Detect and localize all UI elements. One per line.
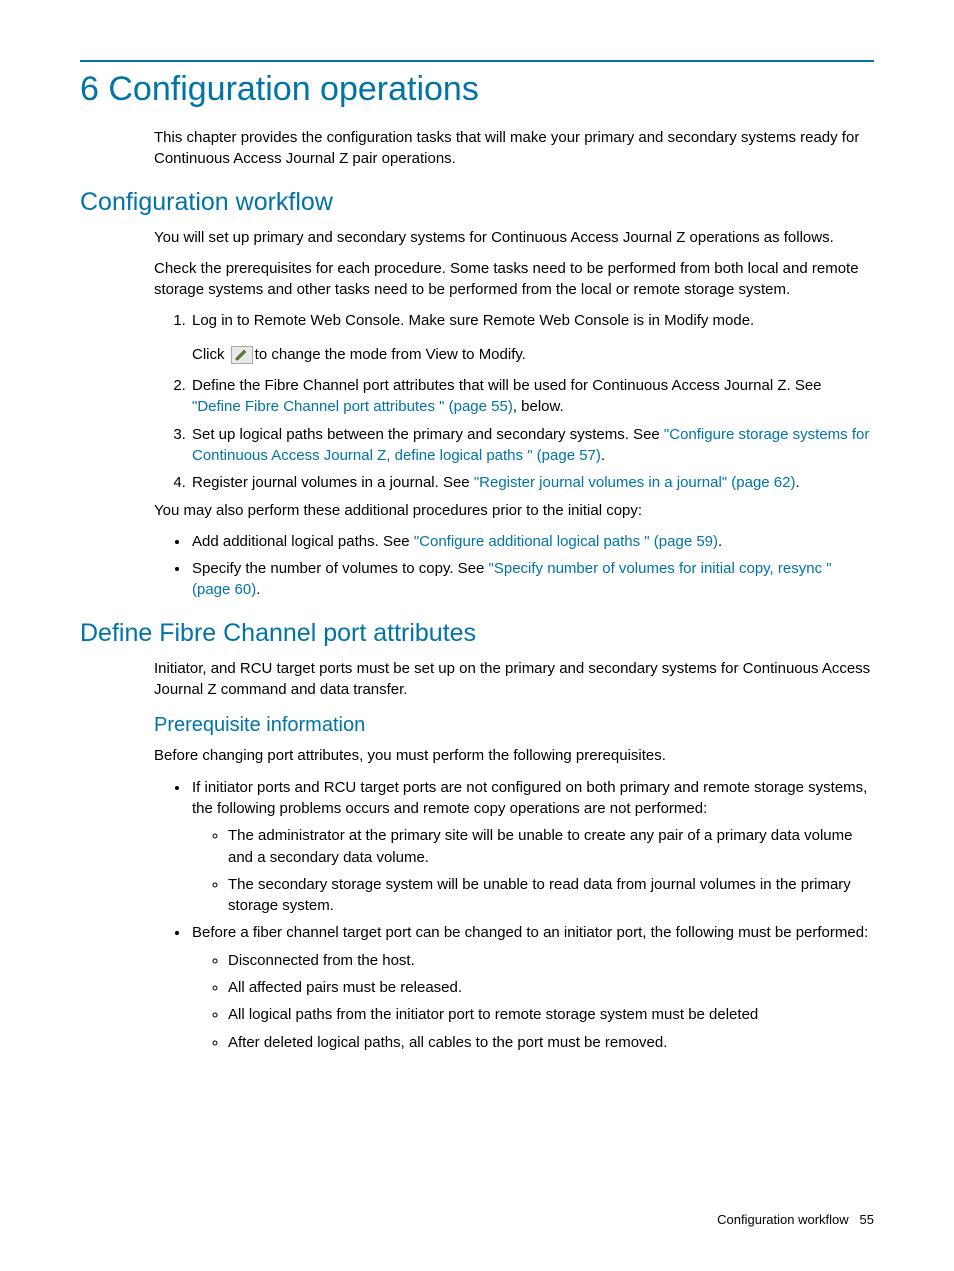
footer-text: Configuration workflow bbox=[717, 1212, 849, 1227]
bullet1-pre: Add additional logical paths. See bbox=[192, 533, 414, 550]
workflow-p2: Check the prerequisites for each procedu… bbox=[154, 258, 874, 301]
step-1: Log in to Remote Web Console. Make sure … bbox=[190, 310, 874, 365]
prereq-b2s1: Disconnected from the host. bbox=[228, 950, 874, 971]
section-config-workflow: Configuration workflow bbox=[80, 188, 874, 217]
bullet-additional-paths: Add additional logical paths. See "Confi… bbox=[190, 531, 874, 552]
link-additional-paths[interactable]: "Configure additional logical paths " (p… bbox=[414, 533, 718, 550]
step-4-post: . bbox=[795, 474, 799, 491]
link-define-fc-port[interactable]: "Define Fibre Channel port attributes " … bbox=[192, 398, 513, 415]
prereq-b2: Before a fiber channel target port can b… bbox=[190, 922, 874, 1052]
prereq-b2-text: Before a fiber channel target port can b… bbox=[192, 924, 868, 941]
step-3-post: . bbox=[601, 447, 605, 464]
workflow-p3: You may also perform these additional pr… bbox=[154, 500, 874, 521]
chapter-intro: This chapter provides the configuration … bbox=[154, 127, 874, 170]
document-page: 6 Configuration operations This chapter … bbox=[0, 0, 954, 1271]
bullet1-post: . bbox=[718, 533, 722, 550]
workflow-p1: You will set up primary and secondary sy… bbox=[154, 227, 874, 248]
bullet2-pre: Specify the number of volumes to copy. S… bbox=[192, 560, 489, 577]
subsection-prereq: Prerequisite information bbox=[154, 714, 874, 737]
prereq-b2s3: All logical paths from the initiator por… bbox=[228, 1004, 874, 1025]
prereq-b1: If initiator ports and RCU target ports … bbox=[190, 777, 874, 917]
step-4-pre: Register journal volumes in a journal. S… bbox=[192, 474, 474, 491]
step-3-pre: Set up logical paths between the primary… bbox=[192, 426, 664, 443]
fc-port-p1: Initiator, and RCU target ports must be … bbox=[154, 658, 874, 701]
prereq-b1-sub: The administrator at the primary site wi… bbox=[192, 825, 874, 916]
chapter-number: 6 bbox=[80, 70, 99, 108]
prereq-b2s4: After deleted logical paths, all cables … bbox=[228, 1032, 874, 1053]
prereq-b1s2: The secondary storage system will be una… bbox=[228, 874, 874, 917]
step-1b-post: to change the mode from View to Modify. bbox=[255, 346, 526, 363]
prereq-b2s2: All affected pairs must be released. bbox=[228, 977, 874, 998]
prereq-p1: Before changing port attributes, you mus… bbox=[154, 745, 874, 766]
bullet-specify-volumes: Specify the number of volumes to copy. S… bbox=[190, 558, 874, 601]
step-2-post: , below. bbox=[513, 398, 564, 415]
prereq-b1-text: If initiator ports and RCU target ports … bbox=[192, 779, 867, 817]
prereq-bullets: If initiator ports and RCU target ports … bbox=[154, 777, 874, 1053]
workflow-steps: Log in to Remote Web Console. Make sure … bbox=[154, 310, 874, 493]
modify-mode-icon bbox=[231, 346, 253, 364]
prereq-b2-sub: Disconnected from the host. All affected… bbox=[192, 950, 874, 1053]
chapter-heading: 6 Configuration operations bbox=[80, 70, 874, 109]
chapter-title: Configuration operations bbox=[108, 70, 478, 108]
step-1b-pre: Click bbox=[192, 346, 229, 363]
workflow-additional: Add additional logical paths. See "Confi… bbox=[154, 531, 874, 601]
page-footer: Configuration workflow 55 bbox=[717, 1212, 874, 1227]
step-4: Register journal volumes in a journal. S… bbox=[190, 472, 874, 493]
step-2-pre: Define the Fibre Channel port attributes… bbox=[192, 377, 822, 394]
step-1-text: Log in to Remote Web Console. Make sure … bbox=[192, 312, 754, 329]
prereq-b1s1: The administrator at the primary site wi… bbox=[228, 825, 874, 868]
section-define-fc-port: Define Fibre Channel port attributes bbox=[80, 619, 874, 648]
footer-page: 55 bbox=[860, 1212, 874, 1227]
top-rule bbox=[80, 60, 874, 62]
link-register-journal[interactable]: "Register journal volumes in a journal" … bbox=[474, 474, 796, 491]
step-2: Define the Fibre Channel port attributes… bbox=[190, 375, 874, 418]
step-3: Set up logical paths between the primary… bbox=[190, 424, 874, 467]
bullet2-post: . bbox=[256, 581, 260, 598]
